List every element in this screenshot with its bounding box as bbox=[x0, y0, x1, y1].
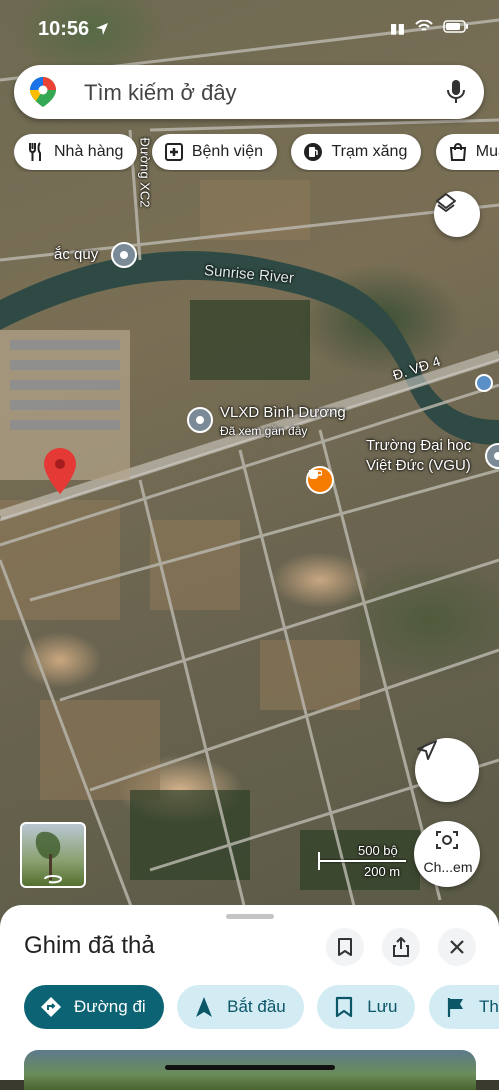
save-button[interactable]: Lưu bbox=[317, 985, 416, 1029]
gas-station-icon bbox=[304, 143, 323, 161]
chip-label: Nhà hàng bbox=[54, 143, 124, 160]
chip-label: Trạm xăng bbox=[331, 143, 408, 160]
chip-shopping[interactable]: Mua s bbox=[435, 134, 499, 170]
bookmark-outline-icon bbox=[338, 938, 352, 956]
category-chips: Nhà hàng Bệnh viện Trạm xăng Mua s bbox=[14, 134, 499, 172]
cafe-marker-icon[interactable] bbox=[306, 466, 334, 494]
action-buttons: Đường đi Bắt đầu Lưu Thêm bbox=[24, 985, 499, 1031]
hospital-icon bbox=[164, 143, 183, 161]
share-icon bbox=[393, 937, 409, 957]
search-input[interactable]: Tìm kiếm ở đây bbox=[84, 80, 237, 106]
street-view-button[interactable]: Ch...em bbox=[414, 821, 480, 887]
scale-line bbox=[318, 860, 406, 862]
chip-restaurants[interactable]: Nhà hàng bbox=[14, 134, 138, 170]
scale-meter-label: 200 m bbox=[364, 864, 401, 879]
dropped-pin-icon[interactable] bbox=[44, 448, 76, 494]
wifi-icon bbox=[415, 19, 433, 31]
layers-button[interactable] bbox=[434, 191, 480, 237]
home-indicator bbox=[165, 1065, 335, 1070]
search-bar[interactable]: Tìm kiếm ở đây bbox=[14, 65, 484, 119]
chip-hospitals[interactable]: Bệnh viện bbox=[151, 134, 278, 170]
close-icon bbox=[450, 940, 464, 954]
location-services-icon bbox=[96, 23, 108, 35]
microphone-icon[interactable] bbox=[446, 79, 466, 105]
google-maps-logo-icon bbox=[30, 77, 56, 107]
rotate-360-icon bbox=[44, 875, 63, 884]
vlxd-marker-icon[interactable] bbox=[187, 407, 213, 433]
directions-icon bbox=[41, 997, 61, 1017]
status-bar: 10:56 ▮▮ bbox=[0, 14, 499, 44]
navigation-arrow-icon bbox=[196, 997, 213, 1017]
my-location-button[interactable] bbox=[415, 738, 479, 802]
add-label-button[interactable]: Thêm bbox=[428, 985, 499, 1029]
save-list-button[interactable] bbox=[326, 928, 364, 966]
university-label-line1[interactable]: Trường Đại học bbox=[366, 437, 471, 454]
layers-icon bbox=[436, 193, 456, 212]
start-label: Bắt đầu bbox=[227, 997, 286, 1016]
battery-icon bbox=[443, 20, 468, 33]
camera-scan-icon bbox=[436, 831, 458, 849]
signal-icon: ▮▮ bbox=[389, 20, 406, 36]
directions-label: Đường đi bbox=[74, 997, 146, 1016]
directions-button[interactable]: Đường đi bbox=[24, 985, 164, 1029]
bookmark-icon bbox=[336, 996, 353, 1018]
chip-label: Bệnh viện bbox=[191, 143, 264, 160]
start-button[interactable]: Bắt đầu bbox=[177, 985, 304, 1029]
place-photo[interactable] bbox=[24, 1050, 476, 1090]
shopping-bag-icon bbox=[449, 142, 466, 161]
add-label-label: Thêm bbox=[478, 997, 499, 1016]
save-label: Lưu bbox=[367, 997, 398, 1016]
street-thumbnail[interactable] bbox=[20, 822, 86, 888]
place-sub-label: Đã xem gần đây bbox=[220, 424, 308, 438]
close-button[interactable] bbox=[438, 928, 476, 966]
university-label-line2: Việt Đức (VGU) bbox=[366, 457, 471, 474]
restaurant-icon bbox=[29, 142, 41, 161]
chip-label: Mua s bbox=[475, 143, 499, 160]
scale-feet-label: 500 bộ bbox=[358, 843, 398, 858]
flag-icon bbox=[447, 998, 463, 1017]
status-icons: ▮▮ bbox=[389, 19, 469, 37]
scale-tick bbox=[318, 852, 320, 870]
chip-gas-stations[interactable]: Trạm xăng bbox=[291, 134, 422, 170]
sheet-title: Ghim đã thả bbox=[24, 932, 155, 959]
place-label-vlxd[interactable]: VLXD Bình Dương bbox=[220, 404, 346, 421]
place-marker-icon[interactable] bbox=[111, 242, 137, 268]
street-view-label: Ch...em bbox=[423, 859, 473, 875]
sheet-drag-handle[interactable] bbox=[226, 914, 274, 919]
place-label-battery: ắc quy bbox=[54, 246, 99, 263]
bus-stop-icon[interactable] bbox=[475, 374, 493, 392]
status-time: 10:56 bbox=[38, 18, 90, 40]
share-button[interactable] bbox=[382, 928, 420, 966]
location-arrow-icon bbox=[417, 740, 437, 760]
